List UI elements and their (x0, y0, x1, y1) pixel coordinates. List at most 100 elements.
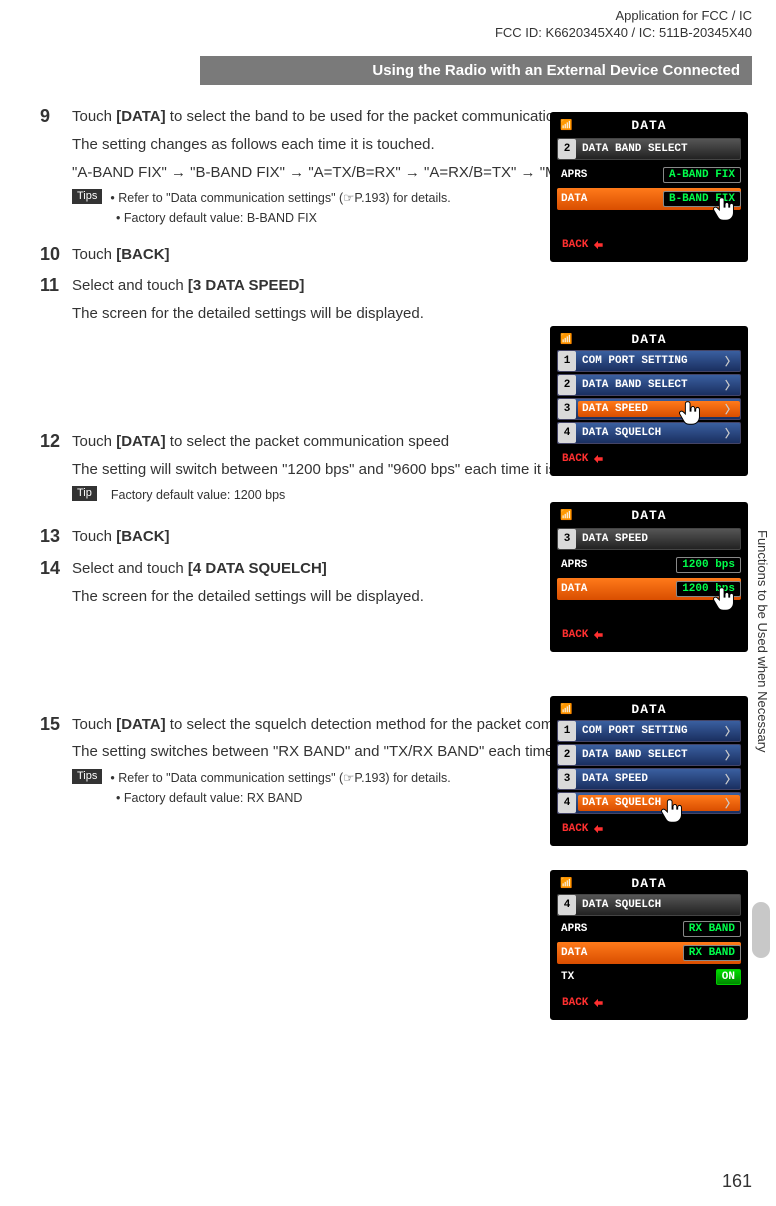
row-number: 3 (558, 399, 576, 419)
back-button[interactable]: BACK (558, 820, 609, 838)
menu-row-data-band-select[interactable]: 2 DATA BAND SELECT〉 (557, 744, 741, 766)
menu-row-data-squelch[interactable]: 4 DATA SQUELCH 〉 (557, 422, 741, 444)
txt: Touch (72, 716, 116, 733)
chevron-right-icon: 〉 (725, 401, 736, 417)
screen-data-menu-squelch: 📶 DATA 1 COM PORT SETTING〉 2 DATA BAND S… (550, 696, 748, 846)
aprs-row[interactable]: APRS 1200 bps (557, 554, 741, 576)
txt: Touch (72, 433, 116, 450)
row-number: 3 (558, 769, 576, 789)
back-arrow-icon (591, 238, 605, 252)
aprs-value: 1200 bps (676, 557, 741, 573)
aprs-row[interactable]: APRS A-BAND FIX (557, 164, 741, 186)
menu-row-data-speed[interactable]: 3 DATA SPEED 〉 (557, 398, 741, 420)
back-label: BACK (562, 823, 588, 835)
doc-header: Application for FCC / IC FCC ID: K662034… (495, 8, 752, 42)
row-label: DATA BAND SELECT (582, 749, 688, 761)
tips-label: Tips (72, 769, 102, 784)
step-11: 11 Select and touch [3 DATA SPEED] The s… (40, 275, 752, 331)
aprs-label: APRS (557, 923, 683, 935)
txt: Select and touch (72, 277, 188, 294)
side-tab-indicator (750, 900, 772, 960)
tx-label: TX (557, 971, 716, 983)
data-value: RX BAND (683, 945, 741, 961)
section-title-bar: Using the Radio with an External Device … (200, 56, 752, 85)
menu-row-data-speed[interactable]: 3 DATA SPEED (557, 528, 741, 550)
chevron-right-icon: 〉 (725, 771, 736, 787)
row-number: 4 (558, 423, 576, 443)
tip-bullet: Refer to "Data communication settings" (… (110, 771, 450, 785)
header-line1: Application for FCC / IC (495, 8, 752, 25)
row-number: 3 (558, 529, 576, 549)
row-label: DATA BAND SELECT (578, 143, 740, 155)
back-button[interactable]: BACK (558, 450, 609, 468)
txt: Factory default value: RX BAND (116, 791, 302, 805)
txt: to select the band to be used for the pa… (166, 108, 563, 125)
back-button[interactable]: BACK (558, 236, 609, 254)
tap-hand-icon (710, 582, 740, 616)
step-11-p1: Select and touch [3 DATA SPEED] (72, 275, 752, 297)
step-number: 10 (40, 244, 72, 272)
row-label: DATA SQUELCH (582, 427, 661, 439)
menu-row-data-band-select[interactable]: 2 DATA BAND SELECT (557, 138, 741, 160)
txt-bold: [3 DATA SPEED] (188, 277, 304, 294)
menu-row-com-port[interactable]: 1 COM PORT SETTING 〉 (557, 350, 741, 372)
menu-row-com-port[interactable]: 1 COM PORT SETTING〉 (557, 720, 741, 742)
data-label: DATA (557, 583, 676, 595)
step-number: 14 (40, 558, 72, 614)
header-line2: FCC ID: K6620345X40 / IC: 511B-20345X40 (495, 25, 752, 42)
row-label: DATA SPEED (578, 533, 740, 545)
back-label: BACK (562, 997, 588, 1009)
chevron-right-icon: 〉 (725, 377, 736, 393)
back-label: BACK (562, 629, 588, 641)
txt-bold: [DATA] (116, 433, 165, 450)
screen-data-menu: 📶 DATA 1 COM PORT SETTING〉 2 DATA BAND S… (550, 326, 748, 476)
data-row[interactable]: DATA RX BAND (557, 942, 741, 964)
back-button[interactable]: BACK (558, 626, 609, 644)
screen-data-speed: 📶 DATA 3 DATA SPEED APRS 1200 bps DATA 1… (550, 502, 748, 652)
row-label: DATA SPEED (582, 403, 648, 415)
txt-bold: [DATA] (116, 108, 165, 125)
screen-title: DATA (552, 508, 746, 523)
row-label: COM PORT SETTING (582, 725, 688, 737)
step-number: 9 (40, 106, 72, 228)
aprs-label: APRS (557, 559, 676, 571)
txt: to select the packet communication speed (166, 433, 450, 450)
txt-bold: [BACK] (116, 246, 169, 263)
row-number: 2 (558, 745, 576, 765)
menu-row-data-squelch[interactable]: 4 DATA SQUELCH (557, 894, 741, 916)
screen-title: DATA (552, 332, 746, 347)
row-label: DATA BAND SELECT (582, 379, 688, 391)
chevron-right-icon: 〉 (725, 425, 736, 441)
row-label: COM PORT SETTING (582, 355, 688, 367)
tip-label: Tip (72, 486, 97, 501)
step-number: 15 (40, 714, 72, 808)
screen-data-squelch: 📶 DATA 4 DATA SQUELCH APRS RX BAND DATA … (550, 870, 748, 1020)
step-number: 12 (40, 431, 72, 507)
row-number: 1 (558, 351, 576, 371)
back-arrow-icon (591, 452, 605, 466)
aprs-value: RX BAND (683, 921, 741, 937)
tip-bullet: Refer to "Data communication settings" (… (110, 191, 450, 205)
screen-title: DATA (552, 876, 746, 891)
screen-data-band-select: 📶 DATA 2 DATA BAND SELECT APRS A-BAND FI… (550, 112, 748, 262)
aprs-value: A-BAND FIX (663, 167, 741, 183)
back-arrow-icon (591, 628, 605, 642)
aprs-row[interactable]: APRS RX BAND (557, 918, 741, 940)
menu-row-data-band-select[interactable]: 2 DATA BAND SELECT 〉 (557, 374, 741, 396)
back-arrow-icon (591, 996, 605, 1010)
menu-row-data-squelch[interactable]: 4 DATA SQUELCH〉 (557, 792, 741, 814)
menu-row-data-speed[interactable]: 3 DATA SPEED〉 (557, 768, 741, 790)
txt-bold: [BACK] (116, 528, 169, 545)
row-label: DATA SQUELCH (582, 797, 661, 809)
page-number: 161 (722, 1171, 752, 1192)
row-number: 1 (558, 721, 576, 741)
data-label: DATA (557, 193, 663, 205)
tap-hand-icon (676, 396, 706, 430)
row-number: 2 (558, 375, 576, 395)
txt-bold: [4 DATA SQUELCH] (188, 560, 327, 577)
chevron-right-icon: 〉 (725, 353, 736, 369)
back-label: BACK (562, 239, 588, 251)
back-button[interactable]: BACK (558, 994, 609, 1012)
tx-row[interactable]: TX ON (557, 966, 741, 988)
back-label: BACK (562, 453, 588, 465)
